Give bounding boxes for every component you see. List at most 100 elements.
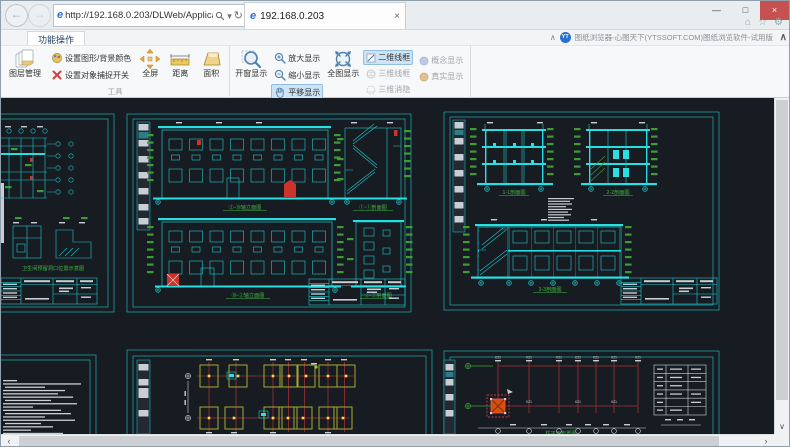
column-mark: KZ1 (526, 356, 532, 360)
horizontal-scroll-thumb[interactable] (19, 436, 719, 447)
fit-view-button[interactable]: 全图显示 (326, 47, 360, 80)
ie-icon: e (57, 10, 63, 21)
vertical-scroll-thumb[interactable] (776, 100, 788, 400)
column-mark: KZ1 (526, 400, 532, 404)
maximize-icon: □ (743, 5, 748, 15)
tab-function-operations[interactable]: 功能操作 (27, 31, 85, 45)
wireframe-3d-icon (366, 69, 376, 79)
color-palette-icon (51, 52, 63, 64)
scroll-down-button[interactable]: ∨ (775, 420, 789, 434)
fullscreen-label: 全屏 (142, 70, 158, 79)
style-2d-wireframe-label: 二维线框 (378, 52, 410, 63)
left-sheet-note: 卫生间预留洞口位置示意图 (22, 264, 84, 272)
scroll-left-icon: ‹ (8, 436, 11, 446)
ribbon: 功能操作 ∧ YT 图纸浏览器-心图天下(YTSSOFT.COM)图纸浏览软件-… (1, 30, 789, 98)
hidden-3d-icon (366, 85, 376, 95)
chevron-up-icon[interactable]: ∧ (550, 33, 556, 42)
column-mark: KZ1 (593, 356, 599, 360)
refresh-icon[interactable]: ↻ (234, 11, 243, 21)
fit-view-icon (332, 48, 354, 70)
style-conceptual-label: 概念显示 (431, 55, 463, 66)
column-mark: KZ1 (556, 356, 562, 360)
style-3d-wireframe-button[interactable]: 三维线框 (363, 66, 413, 81)
favorites-icon[interactable]: ☆ (758, 17, 767, 28)
fullscreen-button[interactable]: 全屏 (137, 47, 163, 80)
set-osnap-button[interactable]: 设置对象捕捉开关 (48, 67, 134, 83)
fit-view-label: 全图显示 (327, 70, 359, 79)
area-label: 面积 (203, 70, 219, 79)
style-3d-hidden-button[interactable]: 三维消隐 (363, 82, 413, 97)
back-icon: ← (11, 7, 23, 21)
minimize-button[interactable]: — (702, 1, 731, 20)
home-icon[interactable]: ⌂ (745, 17, 751, 28)
zoom-out-button[interactable]: 缩小显示 (271, 67, 323, 83)
layer-manager-label: 图层管理 (9, 70, 41, 79)
zoom-in-button[interactable]: 放大显示 (271, 50, 323, 66)
pan-label: 平移显示 (288, 87, 320, 98)
ribbon-collapse-icon[interactable]: ∧ (780, 32, 787, 43)
distance-label: 距离 (172, 70, 188, 79)
window-zoom-button[interactable]: 开窗显示 (234, 47, 268, 80)
tab-close-icon[interactable]: × (394, 11, 400, 22)
snap-toggle-icon (51, 69, 63, 81)
column-mark: KZ1 (575, 400, 581, 404)
style-conceptual-button[interactable]: 概念显示 (416, 53, 466, 68)
conceptual-sphere-icon (419, 56, 429, 66)
style-realistic-button[interactable]: 真实显示 (416, 69, 466, 84)
realistic-sphere-icon (419, 72, 429, 82)
layers-icon (14, 48, 36, 70)
zoom-in-icon (274, 52, 286, 64)
layer-manager-button[interactable]: 图层管理 (5, 47, 45, 80)
elevation-a: ②-⑲轴立面图 (147, 122, 341, 211)
elevation-b-label: ⑲-②轴立面图 (232, 291, 265, 299)
tab-title: 192.168.0.203 (260, 11, 390, 22)
dropdown-icon[interactable]: ▾ (227, 11, 232, 21)
horizontal-scrollbar[interactable]: ‹ › (1, 434, 774, 447)
scroll-left-button[interactable]: ‹ (1, 435, 17, 447)
brand-area: ∧ YT 图纸浏览器-心图天下(YTSSOFT.COM)图纸浏览软件-试用版 (550, 32, 773, 43)
brand-text: 图纸浏览器-心图天下(YTSSOFT.COM)图纸浏览软件-试用版 (575, 32, 773, 43)
address-bar[interactable]: e http://192.168.0.203/DLWeb/Application… (53, 4, 247, 27)
area-button[interactable]: 面积 (197, 47, 225, 80)
back-button[interactable]: ← (5, 4, 28, 27)
column-mark: KZ1 (611, 356, 617, 360)
zoom-out-label: 缩小显示 (288, 70, 320, 81)
search-icon[interactable] (215, 11, 225, 21)
tools-group-label: 工具 (5, 86, 225, 98)
scrollbar-corner (774, 434, 789, 447)
forward-icon: → (34, 7, 46, 21)
scroll-right-icon: › (765, 436, 768, 446)
url-text[interactable]: http://192.168.0.203/DLWeb/Application/Y… (65, 10, 213, 21)
settings-icon[interactable]: ⚙ (774, 17, 783, 28)
column-mark: KZ1 (635, 356, 641, 360)
wireframe-2d-icon (366, 53, 376, 63)
brand-logo: YT (560, 32, 571, 43)
section-2-2-label: 2-2剖面图 (606, 188, 629, 196)
area-shape-icon (200, 48, 222, 70)
scroll-down-icon: ∨ (779, 422, 785, 431)
browser-window: ← → e http://192.168.0.203/DLWeb/Applica… (0, 0, 790, 447)
set-bg-color-button[interactable]: 设置图形/背景颜色 (48, 50, 134, 66)
style-3d-hidden-label: 三维消隐 (378, 84, 410, 95)
drawing-canvas[interactable]: 卫生间预留洞口位置示意图 (1, 98, 774, 434)
column-mark: KZ1 (611, 400, 617, 404)
forward-button[interactable]: → (28, 4, 51, 27)
tools-group: 图层管理 设置图形/背景颜色 设置对象捕捉开关 (1, 46, 230, 98)
close-icon: × (772, 5, 777, 15)
ribbon-tab-row: 功能操作 ∧ YT 图纸浏览器-心图天下(YTSSOFT.COM)图纸浏览软件-… (1, 30, 789, 46)
distance-button[interactable]: 距离 (166, 47, 194, 80)
fullscreen-icon (139, 48, 161, 70)
browser-titlebar: ← → e http://192.168.0.203/DLWeb/Applica… (1, 1, 789, 30)
zoom-out-icon (274, 69, 286, 81)
style-2d-wireframe-button[interactable]: 二维线框 (363, 50, 413, 65)
scroll-right-button[interactable]: › (758, 435, 774, 447)
vertical-scrollbar[interactable]: ∨ (774, 98, 789, 434)
window-zoom-icon (240, 48, 262, 70)
browser-tab[interactable]: e 192.168.0.203 × (244, 2, 406, 29)
zoom-in-label: 放大显示 (288, 53, 320, 64)
window-zoom-label: 开窗显示 (235, 70, 267, 79)
set-bg-color-label: 设置图形/背景颜色 (65, 53, 131, 64)
column-mark: KZ1 (575, 356, 581, 360)
minimize-icon: — (712, 5, 721, 15)
set-osnap-label: 设置对象捕捉开关 (65, 70, 129, 81)
